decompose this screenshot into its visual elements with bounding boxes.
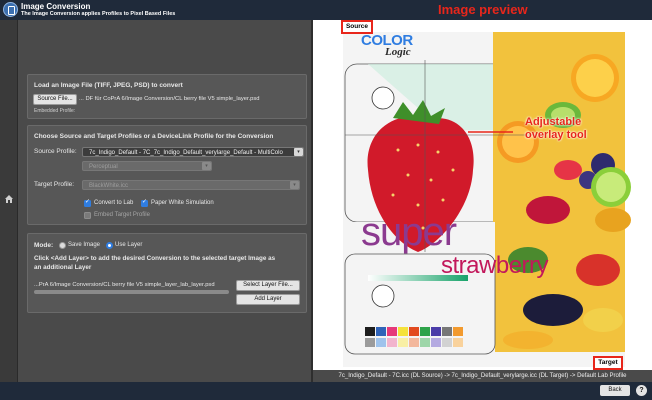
- paper-white-checkbox[interactable]: [141, 198, 148, 207]
- chevron-down-icon: ▾: [202, 162, 211, 170]
- source-file-path: ... DF für CoPrA 6/Image Conversion/CL b…: [79, 96, 260, 102]
- conversion-chain-caption: 7c_Indigo_Default - 7C.icc (DL Source) -…: [338, 373, 627, 379]
- target-profile-select[interactable]: BlackWhite.icc ▾: [82, 180, 300, 190]
- title-bar: Image Conversion The Image Conversion ap…: [0, 0, 652, 20]
- mode-panel: Mode: Save Image Use Layer Click <Add La…: [27, 233, 307, 313]
- footer-bar: Back ?: [0, 382, 652, 400]
- registration-circle-bottom: [371, 284, 395, 308]
- load-heading: Load an Image File (TIFF, JPEG, PSD) to …: [34, 82, 183, 89]
- home-icon[interactable]: [4, 194, 14, 204]
- app-title: Image Conversion: [21, 2, 91, 11]
- preview-artwork: [343, 32, 631, 367]
- overlay-annotation-line-1: Adjustable: [525, 116, 582, 128]
- save-image-radio[interactable]: [59, 242, 66, 249]
- preview-heading: Image preview: [438, 2, 528, 17]
- mode-label: Mode:: [34, 242, 54, 249]
- instruction-line-2: an additional Layer: [34, 264, 92, 271]
- cherries: [526, 196, 570, 224]
- source-profile-value: 7c_Indigo_Default - 7C_7c_Indigo_Default…: [89, 150, 283, 156]
- add-layer-button[interactable]: Add Layer: [236, 294, 300, 305]
- brand-logo-logic: Logic: [385, 46, 411, 58]
- chevron-down-icon: ▾: [294, 148, 303, 156]
- source-file-button[interactable]: Source File...: [33, 94, 77, 105]
- instruction-line-1: Click <Add Layer> to add the desired Con…: [34, 255, 276, 262]
- profile-panel: Choose Source and Target Profiles or a D…: [27, 125, 307, 225]
- select-layer-file-button[interactable]: Select Layer File...: [236, 280, 300, 291]
- rendering-intent-select[interactable]: Perceptual ▾: [82, 161, 212, 171]
- strawberries-right: [576, 254, 620, 286]
- chevron-down-icon: ▾: [290, 181, 299, 189]
- target-label: Target: [593, 356, 623, 370]
- overlay-annotation: Adjustable overlay tool: [525, 116, 587, 142]
- conversion-progress-bar: [34, 290, 229, 294]
- embed-target-checkbox[interactable]: [84, 212, 91, 219]
- help-icon[interactable]: ?: [636, 385, 647, 396]
- profile-heading: Choose Source and Target Profiles or a D…: [34, 133, 274, 140]
- image-preview[interactable]: COLOR Logic super strawberry Adjustable …: [313, 20, 652, 370]
- load-image-panel: Load an Image File (TIFF, JPEG, PSD) to …: [27, 74, 307, 119]
- target-profile-value: BlackWhite.icc: [89, 183, 129, 189]
- convert-to-lab-checkbox[interactable]: [84, 198, 91, 207]
- use-layer-label: Use Layer: [115, 242, 143, 248]
- embed-target-label: Embed Target Profile: [94, 212, 150, 218]
- embedded-profile-label: Embedded Profile:: [34, 108, 76, 114]
- app-subtitle: The Image Conversion applies Profiles to…: [21, 11, 176, 17]
- source-label: Source: [341, 20, 373, 34]
- convert-to-lab-label: Convert to Lab: [94, 200, 134, 206]
- blackberries: [523, 294, 583, 326]
- registration-circle-top: [371, 86, 395, 110]
- use-layer-radio[interactable]: [106, 242, 113, 249]
- target-profile-label: Target Profile:: [34, 181, 75, 188]
- raspberry: [554, 160, 582, 180]
- save-image-label: Save Image: [68, 242, 101, 248]
- rendering-intent-value: Perceptual: [89, 164, 118, 170]
- headline-strawberry: strawberry: [441, 252, 549, 279]
- source-profile-label: Source Profile:: [34, 148, 77, 155]
- source-profile-select[interactable]: 7c_Indigo_Default - 7C_7c_Indigo_Default…: [82, 147, 304, 157]
- app-logo-icon: [3, 2, 18, 17]
- layer-file-path: ...PrA 6/Image Conversion/CL berry file …: [34, 282, 215, 288]
- back-button[interactable]: Back: [600, 385, 630, 396]
- overlay-annotation-line-2: overlay tool: [525, 129, 587, 141]
- paper-white-label: Paper White Simulation: [151, 200, 214, 206]
- left-nav-strip: [0, 20, 18, 382]
- headline-super: super: [361, 210, 457, 254]
